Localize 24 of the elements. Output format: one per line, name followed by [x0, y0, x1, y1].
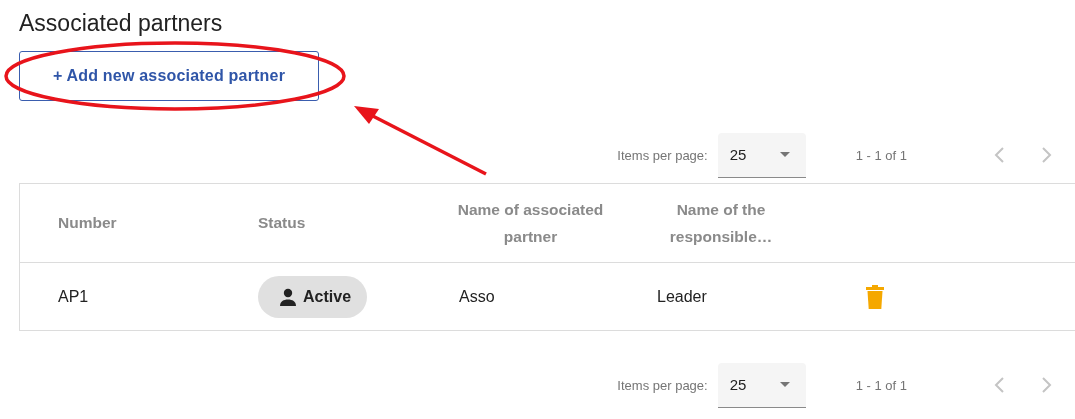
table-cell: AP1 — [58, 287, 89, 305]
page-range: 1 - 1 of 1 — [855, 377, 907, 393]
page-size-select[interactable]: 25 — [717, 362, 806, 408]
caret-icon — [779, 382, 790, 387]
chevron-right-icon — [1041, 376, 1053, 394]
chevron-left-icon — [993, 376, 1005, 394]
chevron-left-icon — [993, 146, 1005, 164]
person-icon — [278, 286, 298, 307]
page-title: Associated partners — [18, 9, 224, 38]
items-per-page-label: Items per page: — [617, 377, 708, 393]
column-header: Name of associated partner — [456, 200, 605, 247]
status-chip: Active — [258, 275, 368, 318]
chevron-right-icon — [1041, 146, 1053, 164]
table-cell: Asso — [459, 287, 495, 305]
add-partner-button[interactable]: + Add new associated partner — [19, 51, 319, 101]
column-header: Name of the responsible… — [668, 200, 774, 247]
table-cell: Leader — [657, 287, 707, 305]
items-per-page-label: Items per page: — [617, 147, 708, 163]
delete-icon[interactable] — [866, 284, 884, 309]
page-size-select[interactable]: 25 — [717, 132, 806, 178]
column-header: Number — [58, 214, 117, 231]
caret-icon — [779, 152, 790, 157]
page-range: 1 - 1 of 1 — [855, 147, 907, 163]
column-header: Status — [258, 214, 306, 231]
